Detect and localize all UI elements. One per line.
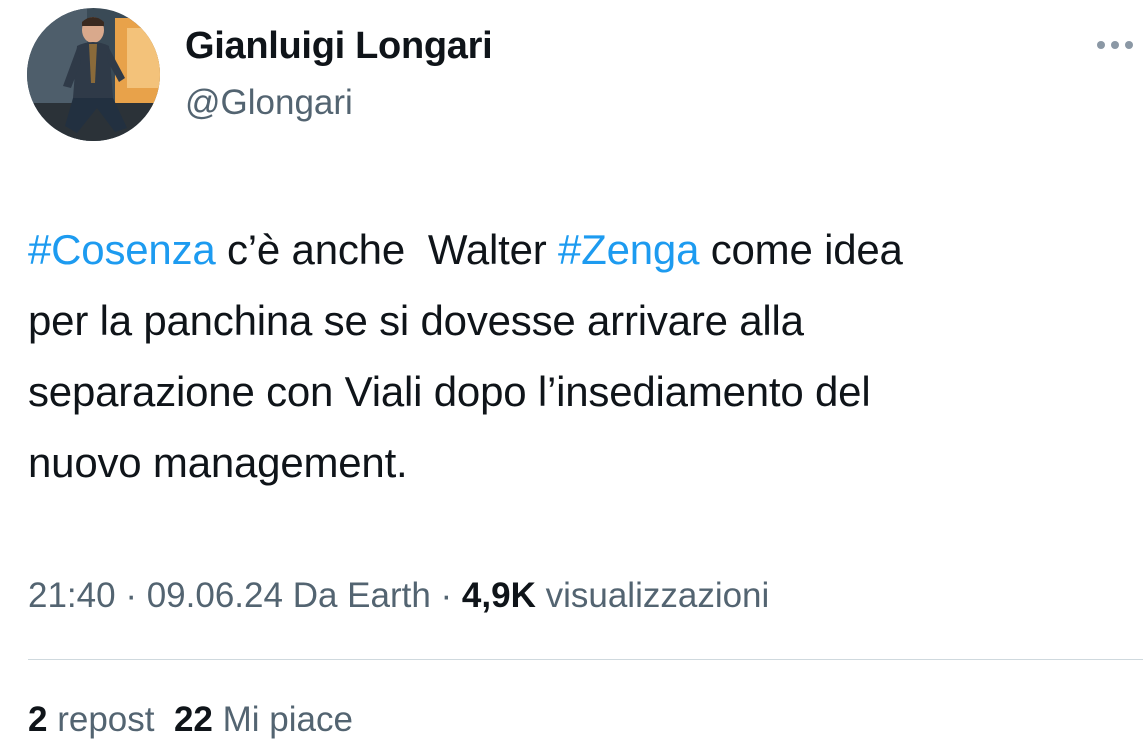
meta-separator: · xyxy=(430,576,462,615)
reposts-stat[interactable]: 2 repost xyxy=(28,700,154,739)
hashtag-link[interactable]: #Cosenza xyxy=(28,226,216,273)
tweet-source: Da Earth xyxy=(292,576,431,615)
avatar-photo xyxy=(27,8,160,141)
tweet-time[interactable]: 21:40 xyxy=(28,576,116,615)
more-dots-icon xyxy=(1097,41,1133,49)
author-handle[interactable]: @Glongari xyxy=(185,80,353,126)
divider xyxy=(28,659,1143,660)
likes-label: Mi piace xyxy=(222,700,353,739)
meta-separator: · xyxy=(115,576,147,615)
likes-count: 22 xyxy=(173,700,213,739)
reposts-count: 2 xyxy=(28,700,48,739)
tweet-text-segment: c’è anche Walter xyxy=(215,226,558,273)
views-label: visualizzazioni xyxy=(545,576,770,615)
more-options-button[interactable] xyxy=(1090,30,1140,60)
views-count: 4,9K xyxy=(461,576,536,615)
engagement-stats: 2 repost 22 Mi piace xyxy=(28,697,353,743)
avatar[interactable] xyxy=(27,8,160,141)
tweet-meta: 21:40 · 09.06.24 Da Earth · 4,9K visuali… xyxy=(28,573,769,619)
hashtag-link[interactable]: #Zenga xyxy=(558,226,699,273)
reposts-label: repost xyxy=(57,700,155,739)
tweet-text: #Cosenza c’è anche Walter #Zenga come id… xyxy=(28,214,1128,498)
tweet-date[interactable]: 09.06.24 xyxy=(147,576,283,615)
likes-stat[interactable]: 22 Mi piace xyxy=(174,700,353,739)
author-display-name[interactable]: Gianluigi Longari xyxy=(185,22,493,70)
